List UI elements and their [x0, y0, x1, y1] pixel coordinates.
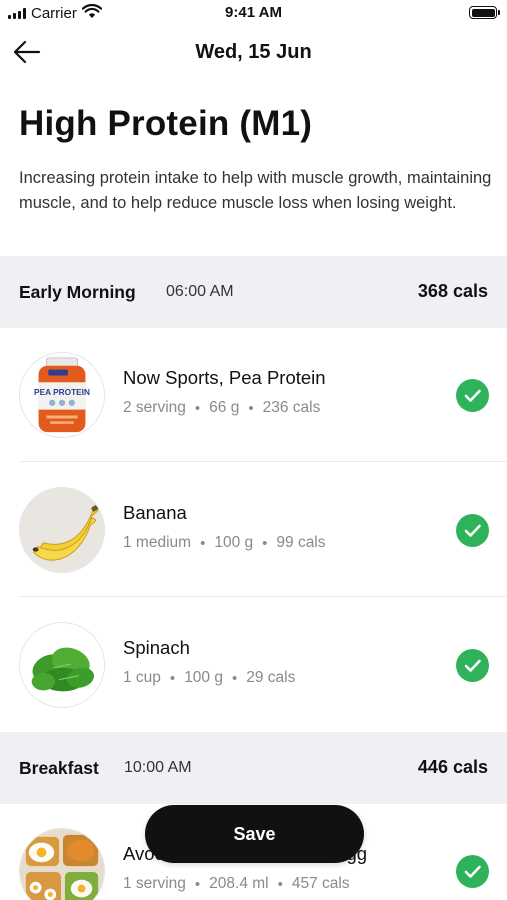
meta-separator: • [248, 399, 254, 417]
save-button[interactable]: Save [145, 805, 364, 863]
checkmark-button[interactable] [456, 649, 489, 682]
pea-protein-image: PEA PROTEIN [19, 352, 105, 438]
food-meta: 2 serving • 66 g • 236 cals [123, 399, 320, 417]
checkmark-icon [464, 389, 481, 402]
meal-cals: 446 cals [417, 757, 488, 777]
avocado-toast-image [19, 828, 105, 900]
meta-separator: • [200, 534, 206, 552]
checkmark-button[interactable] [456, 855, 489, 888]
food-cals: 29 cals [246, 669, 296, 686]
meal-name: Early Morning [19, 282, 136, 302]
meta-separator: • [194, 875, 201, 893]
food-serving: 1 serving [123, 875, 186, 892]
battery-fill [471, 8, 495, 17]
food-serving: 1 medium [123, 534, 192, 551]
food-cals: 99 cals [276, 534, 326, 551]
status-time: 9:41 AM [225, 4, 282, 21]
food-name: Now Sports, Pea Protein [123, 367, 326, 388]
food-item[interactable]: PEA PROTEIN Now Sports, Pea Protein 2 se… [0, 327, 507, 462]
food-meta: 1 cup • 100 g • 29 cals [123, 669, 295, 687]
checkmark-icon [464, 524, 481, 537]
meal-section-header: Early Morning 06:00 AM 368 cals [0, 256, 507, 328]
page-title: High Protein (M1) [19, 104, 313, 143]
food-serving: 2 serving [123, 399, 186, 416]
meal-name: Breakfast [19, 758, 99, 778]
meal-section-header: Breakfast 10:00 AM 446 cals [0, 732, 507, 804]
food-amount: 100 g [184, 669, 223, 686]
spinach-image [19, 622, 105, 708]
battery-icon [469, 6, 500, 19]
food-name: Banana [123, 502, 187, 523]
arrow-left-icon [13, 40, 41, 64]
food-amount: 100 g [214, 534, 254, 551]
food-name: Spinach [123, 637, 190, 658]
meal-cals: 368 cals [417, 281, 488, 301]
plan-description: Increasing protein intake to help with m… [19, 169, 492, 212]
food-meta: 1 medium • 100 g • 99 cals [123, 534, 326, 552]
checkmark-icon [464, 659, 481, 672]
nav-bar: Wed, 15 Jun [0, 30, 507, 76]
food-cals: 236 cals [262, 399, 321, 416]
food-amount: 208.4 ml [209, 875, 269, 892]
food-serving: 1 cup [123, 669, 161, 686]
meta-separator: • [194, 399, 201, 417]
food-item[interactable]: Banana 1 medium • 100 g • 99 cals [0, 462, 507, 597]
banana-image [19, 487, 105, 573]
food-amount: 66 g [209, 399, 240, 416]
meta-separator: • [169, 669, 176, 687]
back-button[interactable] [12, 39, 42, 65]
food-meta: 1 serving • 208.4 ml • 457 cals [123, 875, 350, 893]
checkmark-icon [464, 865, 481, 878]
meta-separator: • [277, 875, 283, 893]
nav-title: Wed, 15 Jun [195, 41, 312, 63]
checkmark-button[interactable] [456, 379, 489, 412]
food-item[interactable]: Spinach 1 cup • 100 g • 29 cals [0, 597, 507, 732]
meta-separator: • [262, 534, 268, 552]
food-cals: 457 cals [291, 875, 350, 892]
meal-time: 06:00 AM [166, 283, 234, 300]
meta-separator: • [231, 669, 238, 687]
checkmark-button[interactable] [456, 514, 489, 547]
pea-protein-label: PEA PROTEIN [34, 387, 90, 397]
status-bar: Carrier 9:41 AM [0, 0, 507, 26]
meal-time: 10:00 AM [124, 759, 192, 776]
